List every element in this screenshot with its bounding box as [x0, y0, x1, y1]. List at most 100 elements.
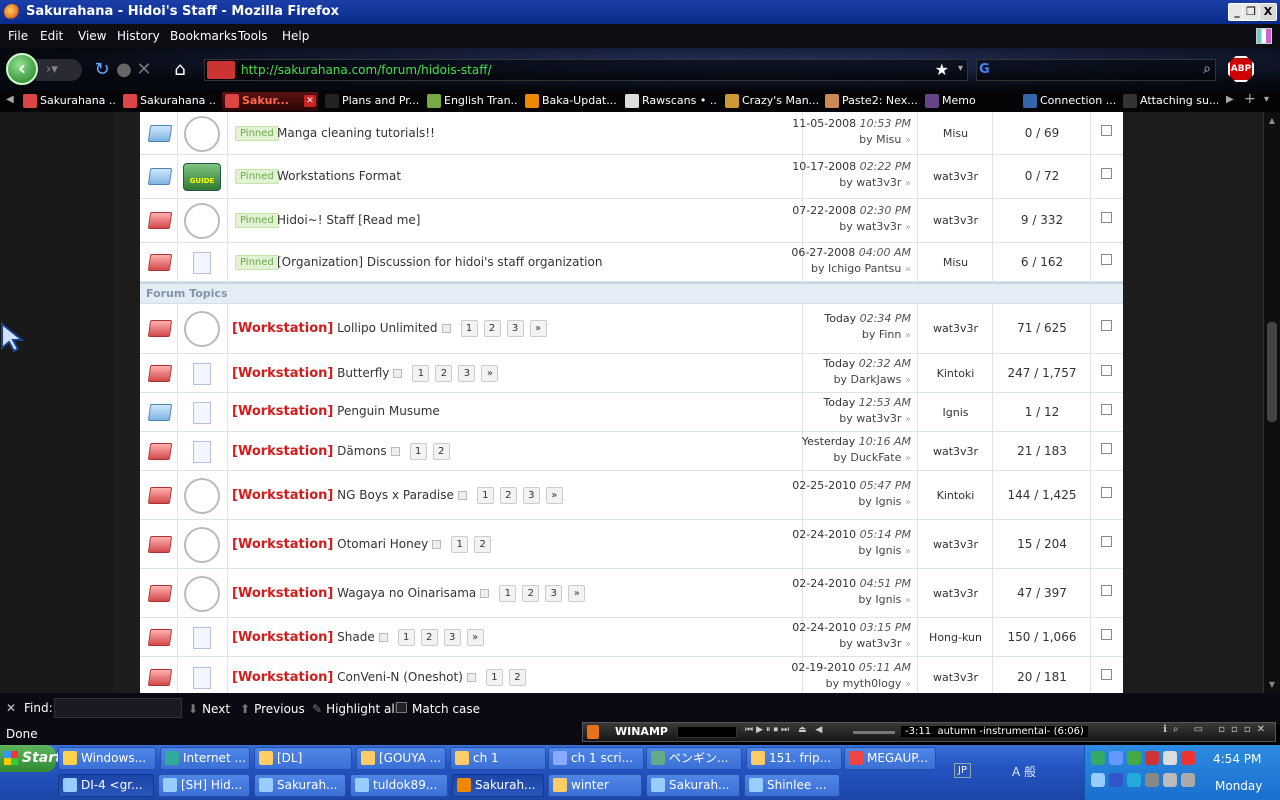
avatar[interactable]: [184, 116, 220, 152]
thread-starter[interactable]: Kintoki: [918, 489, 993, 502]
thread-select-checkbox[interactable]: [1101, 629, 1112, 640]
thread-select-checkbox[interactable]: [1101, 585, 1112, 596]
last-post-author[interactable]: by Ignis »: [858, 593, 911, 606]
back-button[interactable]: ‹: [6, 53, 38, 85]
playback-controls-icon[interactable]: ⏮▶⏸⏹⏭ ⏏ ◀: [745, 725, 825, 735]
taskbar-window-button[interactable]: Sakurah...: [254, 774, 346, 797]
thread-starter[interactable]: Misu: [918, 127, 993, 140]
thread-select-checkbox[interactable]: [1101, 404, 1112, 415]
browser-tab[interactable]: Connection ...: [1020, 92, 1116, 111]
find-next-button[interactable]: ⬇ Next: [188, 702, 230, 716]
thread-title-link[interactable]: Lollipo Unlimited: [337, 321, 437, 335]
thread-select-checkbox[interactable]: [1101, 536, 1112, 547]
last-post-author[interactable]: by Ichigo Pantsu »: [811, 262, 911, 275]
taskbar-window-button[interactable]: MEGAUP...: [844, 747, 936, 770]
last-post-author[interactable]: by Ignis »: [858, 544, 911, 557]
menu-tools[interactable]: Tools: [238, 29, 268, 43]
last-post-by[interactable]: by Finn: [862, 328, 902, 341]
reload-icon[interactable]: ↻: [92, 60, 112, 80]
thread-title-link[interactable]: Butterfly: [337, 366, 389, 380]
taskbar-window-button[interactable]: Internet ...: [160, 747, 250, 770]
close-button[interactable]: X: [1259, 3, 1277, 21]
page-link[interactable]: 2: [474, 536, 492, 553]
browser-tab[interactable]: Attaching su...: [1120, 92, 1218, 111]
thread-title-link[interactable]: Shade: [337, 630, 375, 644]
highlight-all-button[interactable]: ✎ Highlight all: [312, 702, 398, 716]
last-post-by[interactable]: by wat3v3r: [839, 637, 901, 650]
last-post-by[interactable]: by myth0logy: [826, 677, 902, 690]
tab-list-icon[interactable]: ▾: [1264, 94, 1269, 105]
thread-starter[interactable]: Misu: [918, 256, 993, 269]
avatar[interactable]: [184, 527, 220, 563]
language-indicator[interactable]: JP: [954, 763, 971, 778]
taskbar-window-button[interactable]: DI-4 <gr...: [58, 774, 154, 797]
thread-title-link[interactable]: Wagaya no Oinarisama: [337, 586, 476, 600]
page-link[interactable]: 2: [508, 669, 526, 686]
taskbar-window-button[interactable]: [DL]: [254, 747, 352, 770]
thread-title-link[interactable]: Workstations Format: [277, 169, 401, 183]
go-to-last-post-icon[interactable]: »: [905, 546, 911, 557]
browser-tab[interactable]: Crazy's Man...: [722, 92, 818, 111]
go-to-last-post-icon[interactable]: »: [905, 178, 911, 189]
menu-help[interactable]: Help: [282, 29, 309, 43]
tab-scroll-right-icon[interactable]: ▶: [1226, 94, 1234, 105]
page-link[interactable]: 1: [412, 365, 430, 382]
last-post-by[interactable]: by Ignis: [858, 495, 901, 508]
adblock-icon[interactable]: ABP: [1228, 56, 1254, 82]
avatar[interactable]: [184, 203, 220, 239]
page-link[interactable]: 1: [451, 536, 469, 553]
scroll-down-icon[interactable]: ▼: [1264, 678, 1280, 692]
last-post-author[interactable]: by wat3v3r »: [839, 637, 911, 650]
find-previous-button[interactable]: ⬆ Previous: [240, 702, 305, 716]
page-link[interactable]: 2: [420, 629, 438, 646]
menu-view[interactable]: View: [78, 29, 106, 43]
taskbar-window-button[interactable]: Sakurah...: [646, 774, 740, 797]
taskbar-window-button[interactable]: ch 1: [450, 747, 546, 770]
thread-starter[interactable]: Ignis: [918, 406, 993, 419]
last-post-by[interactable]: by wat3v3r: [839, 176, 901, 189]
last-post-author[interactable]: by wat3v3r »: [839, 176, 911, 189]
volume-slider[interactable]: [853, 731, 895, 734]
thread-select-checkbox[interactable]: [1101, 168, 1112, 179]
go-to-last-post-icon[interactable]: »: [905, 679, 911, 690]
page-link[interactable]: 1: [476, 487, 494, 504]
avatar[interactable]: [184, 478, 220, 514]
ime-mode[interactable]: A 般: [1012, 763, 1036, 780]
url-bar[interactable]: http://sakurahana.com/forum/hidois-staff…: [204, 59, 968, 81]
new-tab-icon[interactable]: +: [1244, 91, 1256, 107]
go-to-last-post-icon[interactable]: »: [905, 135, 911, 146]
page-link[interactable]: 2: [432, 443, 450, 460]
tab-close-icon[interactable]: ✕: [304, 95, 316, 107]
thread-starter[interactable]: wat3v3r: [918, 587, 993, 600]
search-box[interactable]: G ⌕: [976, 59, 1216, 81]
tray-app-icon[interactable]: [1109, 751, 1123, 765]
bookmark-star-icon[interactable]: ★: [935, 60, 949, 79]
menu-history[interactable]: History: [117, 29, 160, 43]
tray-usb-icon[interactable]: [1145, 773, 1159, 787]
avatar[interactable]: [184, 311, 220, 347]
last-post-by[interactable]: by DuckFate: [833, 451, 901, 464]
browser-tab[interactable]: Sakurahana ...: [20, 92, 116, 111]
taskbar-window-button[interactable]: tuldok89...: [350, 774, 448, 797]
page-link[interactable]: 2: [435, 365, 453, 382]
tray-printer-icon[interactable]: [1181, 773, 1195, 787]
thread-title-link[interactable]: Dämons: [337, 444, 386, 458]
search-icon[interactable]: ⌕: [1203, 61, 1211, 77]
tray-security-icon[interactable]: [1145, 751, 1159, 765]
forward-button[interactable]: ›▾: [36, 59, 82, 81]
taskbar-window-button[interactable]: [SH] Hid...: [158, 774, 250, 797]
page-link[interactable]: »: [466, 629, 484, 646]
menu-file[interactable]: File: [8, 29, 28, 43]
thread-title-link[interactable]: NG Boys x Paradise: [337, 488, 454, 502]
go-to-last-post-icon[interactable]: »: [905, 497, 911, 508]
stop-icon[interactable]: ✕: [134, 60, 154, 80]
find-input[interactable]: [54, 698, 182, 718]
clock-day[interactable]: Monday: [1215, 779, 1262, 793]
tray-volume-icon[interactable]: [1163, 751, 1177, 765]
clock-time[interactable]: 4:54 PM: [1213, 752, 1261, 766]
grid-icon[interactable]: [1256, 28, 1272, 44]
thread-select-checkbox[interactable]: [1101, 125, 1112, 136]
last-post-author[interactable]: by DuckFate »: [833, 451, 911, 464]
thread-starter[interactable]: wat3v3r: [918, 671, 993, 684]
scrollbar[interactable]: ▲ ▼: [1263, 112, 1280, 693]
